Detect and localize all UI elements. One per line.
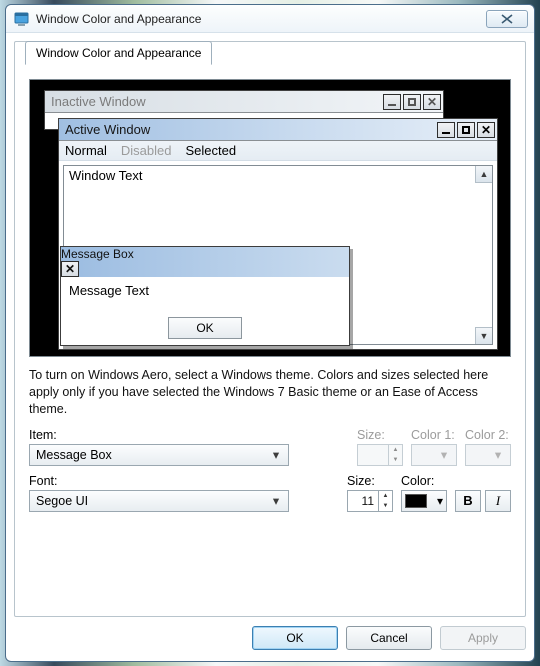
inactive-title-text: Inactive Window [51, 94, 146, 109]
close-button[interactable] [486, 10, 528, 28]
maximize-icon[interactable] [457, 122, 475, 138]
fontcolor-label: Color: [401, 474, 447, 488]
scroll-up-icon[interactable]: ▲ [475, 166, 492, 183]
close-icon[interactable]: ✕ [423, 94, 441, 110]
font-value: Segoe UI [36, 494, 88, 508]
font-combobox[interactable]: Segoe UI ▾ [29, 490, 289, 512]
font-color-swatch [405, 494, 427, 508]
chevron-down-icon: ▾ [437, 494, 443, 508]
apply-button: Apply [440, 626, 526, 650]
close-icon[interactable]: ✕ [61, 261, 79, 277]
msgbox-text: Message Text [61, 277, 349, 304]
titlebar[interactable]: Window Color and Appearance [6, 5, 534, 33]
dialog-button-row: OK Cancel Apply [14, 623, 526, 653]
app-icon [14, 11, 30, 27]
chevron-down-icon: ▾ [490, 445, 506, 465]
description-text: To turn on Windows Aero, select a Window… [29, 367, 511, 418]
msgbox-caption[interactable]: Message Box ✕ [61, 247, 349, 277]
font-size-spinner[interactable]: 11 ▲▼ [347, 490, 393, 512]
size1-value [358, 445, 388, 465]
menu-item-normal[interactable]: Normal [65, 143, 107, 158]
color2-picker: ▾ [465, 444, 511, 466]
window-text: Window Text [64, 166, 492, 185]
color2-label: Color 2: [465, 428, 511, 442]
active-caption[interactable]: Active Window ✕ [59, 119, 497, 141]
maximize-icon[interactable] [403, 94, 421, 110]
spin-down-icon: ▼ [389, 455, 402, 465]
tab-label: Window Color and Appearance [36, 46, 201, 60]
spin-up-icon: ▲ [389, 445, 402, 455]
chevron-down-icon: ▾ [268, 491, 284, 511]
tab-color-appearance[interactable]: Window Color and Appearance [25, 41, 212, 65]
window-title: Window Color and Appearance [36, 12, 201, 26]
menu-item-selected[interactable]: Selected [186, 143, 237, 158]
msgbox-title-text: Message Box [61, 247, 134, 261]
preview-menu-bar[interactable]: Normal Disabled Selected [59, 141, 497, 161]
ok-button[interactable]: OK [252, 626, 338, 650]
item-value: Message Box [36, 448, 112, 462]
italic-button[interactable]: I [485, 490, 511, 512]
cancel-button[interactable]: Cancel [346, 626, 432, 650]
color1-picker: ▾ [411, 444, 457, 466]
active-title-text: Active Window [65, 122, 150, 137]
size2-label: Size: [347, 474, 393, 488]
tab-content: Inactive Window ✕ Active Window [15, 65, 525, 616]
bold-button[interactable]: B [455, 490, 481, 512]
msgbox-ok-button[interactable]: OK [168, 317, 242, 339]
spin-up-icon[interactable]: ▲ [379, 491, 392, 501]
color1-label: Color 1: [411, 428, 457, 442]
inactive-caption[interactable]: Inactive Window ✕ [45, 91, 443, 113]
spin-down-icon[interactable]: ▼ [379, 501, 392, 511]
client-area: Window Color and Appearance Inactive Win… [14, 41, 526, 617]
preview-message-box[interactable]: Message Box ✕ Message Text OK [60, 246, 350, 346]
scroll-down-icon[interactable]: ▼ [475, 327, 492, 344]
item-label: Item: [29, 428, 349, 442]
tab-strip: Window Color and Appearance [25, 41, 212, 65]
font-color-picker[interactable]: ▾ [401, 490, 447, 512]
menu-item-disabled: Disabled [121, 143, 172, 158]
chevron-down-icon: ▾ [436, 445, 452, 465]
preview-area[interactable]: Inactive Window ✕ Active Window [29, 79, 511, 357]
close-icon[interactable]: ✕ [477, 122, 495, 138]
dialog-window: Window Color and Appearance Window Color… [5, 4, 535, 662]
chevron-down-icon: ▾ [268, 445, 284, 465]
item-size-spinner: ▲▼ [357, 444, 403, 466]
item-combobox[interactable]: Message Box ▾ [29, 444, 289, 466]
minimize-icon[interactable] [383, 94, 401, 110]
font-label: Font: [29, 474, 339, 488]
minimize-icon[interactable] [437, 122, 455, 138]
size1-label: Size: [357, 428, 403, 442]
appearance-form: Item: Message Box ▾ Size: ▲▼ [29, 428, 511, 512]
size2-value: 11 [348, 491, 378, 511]
